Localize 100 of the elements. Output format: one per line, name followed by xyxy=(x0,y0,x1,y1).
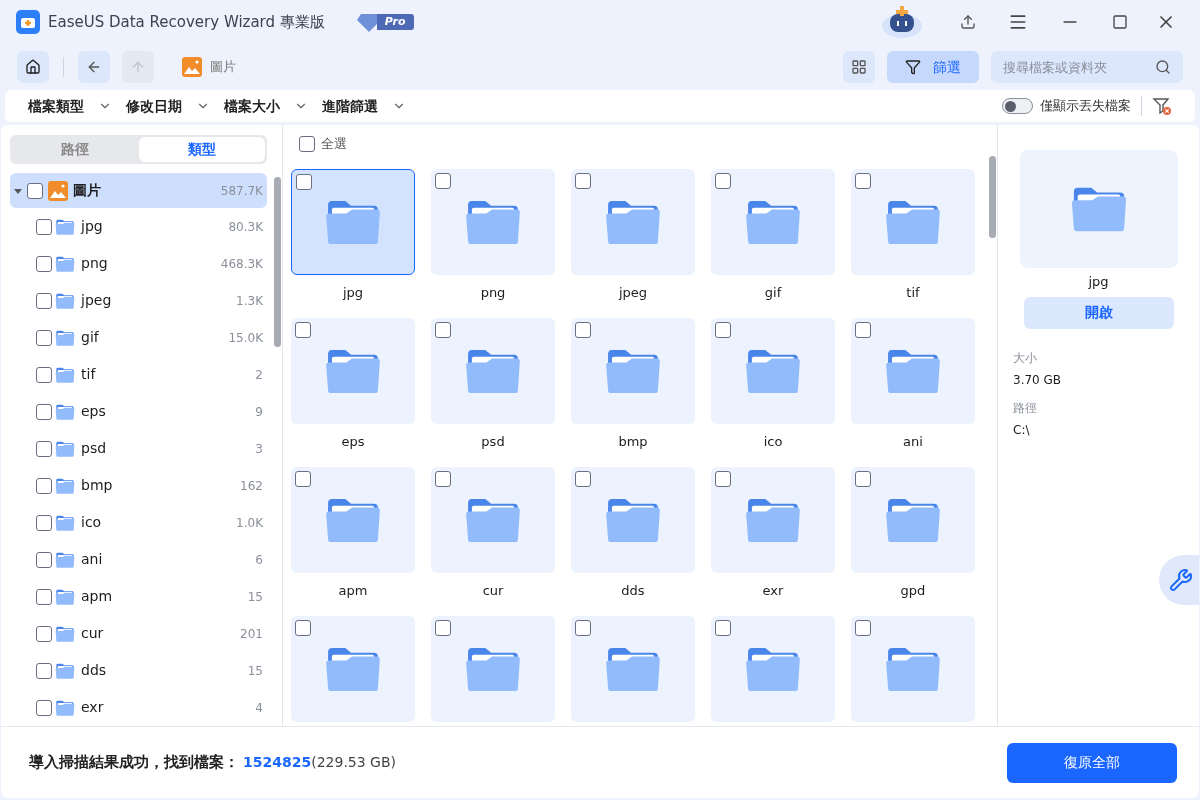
toggle-switch[interactable] xyxy=(1002,98,1033,114)
checkbox[interactable] xyxy=(36,218,52,235)
checkbox[interactable] xyxy=(575,470,591,487)
checkbox[interactable] xyxy=(36,514,52,531)
folder-tile[interactable] xyxy=(711,317,835,424)
checkbox[interactable] xyxy=(27,182,43,199)
checkbox[interactable] xyxy=(36,625,52,642)
folder-tile[interactable] xyxy=(851,168,975,275)
tools-button[interactable] xyxy=(1159,555,1199,605)
breadcrumb[interactable]: 圖片 xyxy=(210,57,236,77)
folder-tile[interactable] xyxy=(291,615,415,722)
tree-label[interactable]: exr xyxy=(81,697,104,718)
checkbox[interactable] xyxy=(435,321,451,338)
checkbox[interactable] xyxy=(36,699,52,716)
checkbox[interactable] xyxy=(299,135,315,152)
folder-tile[interactable] xyxy=(711,466,835,573)
checkbox[interactable] xyxy=(855,172,871,189)
robot-mascot-icon[interactable] xyxy=(880,4,924,40)
tree-label[interactable]: gif xyxy=(81,327,99,348)
tree-label[interactable]: cur xyxy=(81,623,104,644)
checkbox[interactable] xyxy=(36,329,52,346)
checkbox[interactable] xyxy=(295,321,311,338)
checkbox[interactable] xyxy=(575,619,591,636)
checkbox[interactable] xyxy=(295,619,311,636)
folder-tile[interactable] xyxy=(571,615,695,722)
checkbox[interactable] xyxy=(715,470,731,487)
folder-tile[interactable] xyxy=(431,466,555,573)
folder-tile[interactable] xyxy=(571,168,695,275)
folder-tile[interactable] xyxy=(291,317,415,424)
checkbox[interactable] xyxy=(36,255,52,272)
filter-button[interactable]: 篩選 xyxy=(887,51,979,83)
tree-label[interactable]: eps xyxy=(81,401,106,422)
checkbox[interactable] xyxy=(715,321,731,338)
folder-tile[interactable] xyxy=(291,466,415,573)
checkbox[interactable] xyxy=(715,619,731,636)
checkbox[interactable] xyxy=(435,172,451,189)
checkbox[interactable] xyxy=(855,321,871,338)
checkbox[interactable] xyxy=(715,172,731,189)
item-count: 15 xyxy=(247,588,263,606)
folder-tile[interactable] xyxy=(851,466,975,573)
open-button[interactable]: 開啟 xyxy=(1023,296,1174,329)
upload-icon[interactable] xyxy=(960,14,976,30)
filter-dropdown[interactable]: 檔案大小 xyxy=(224,95,308,117)
checkbox[interactable] xyxy=(36,477,52,494)
tree-label[interactable]: dds xyxy=(81,660,107,681)
folder-tile[interactable] xyxy=(851,317,975,424)
checkbox[interactable] xyxy=(295,470,311,487)
folder-icon xyxy=(55,218,75,235)
checkbox[interactable] xyxy=(575,321,591,338)
tree-label[interactable]: jpeg xyxy=(81,290,112,311)
search-field[interactable]: 搜尋檔案或資料夾 xyxy=(991,51,1183,83)
detail-label: 大小 xyxy=(1013,349,1038,367)
checkbox[interactable] xyxy=(855,470,871,487)
filter-dropdown[interactable]: 檔案類型 xyxy=(28,95,112,117)
grid-view-button[interactable] xyxy=(843,51,875,83)
folder-icon xyxy=(884,496,942,543)
filter-dropdown[interactable]: 進階篩選 xyxy=(322,95,406,117)
expand-arrow-icon[interactable] xyxy=(14,186,22,195)
folder-tile[interactable] xyxy=(711,168,835,275)
folder-tile[interactable] xyxy=(571,466,695,573)
checkbox[interactable] xyxy=(36,403,52,420)
clear-filter-icon[interactable] xyxy=(1152,96,1172,116)
checkbox[interactable] xyxy=(36,292,52,309)
checkbox[interactable] xyxy=(36,551,52,568)
checkbox[interactable] xyxy=(296,173,312,190)
maximize-icon[interactable] xyxy=(1112,14,1128,30)
tree-label[interactable]: apm xyxy=(81,586,113,607)
tree-label[interactable]: png xyxy=(81,253,108,274)
checkbox[interactable] xyxy=(435,619,451,636)
folder-tile[interactable] xyxy=(711,615,835,722)
scrollbar[interactable] xyxy=(274,177,281,347)
folder-tile[interactable] xyxy=(291,168,415,275)
tree-row[interactable]: 圖片 587.7K xyxy=(10,173,267,208)
home-button[interactable] xyxy=(17,51,49,83)
tree-label[interactable]: jpg xyxy=(81,216,103,237)
checkbox[interactable] xyxy=(36,440,52,457)
search-icon[interactable] xyxy=(1155,59,1171,75)
checkbox[interactable] xyxy=(575,172,591,189)
tree-label[interactable]: ani xyxy=(81,549,103,570)
sidebar-tab[interactable]: 類型 xyxy=(138,137,265,162)
folder-tile[interactable] xyxy=(431,615,555,722)
checkbox[interactable] xyxy=(855,619,871,636)
folder-tile[interactable] xyxy=(571,317,695,424)
recover-all-button[interactable]: 復原全部 xyxy=(1007,742,1177,783)
checkbox[interactable] xyxy=(36,662,52,679)
folder-tile[interactable] xyxy=(431,168,555,275)
tree-label[interactable]: psd xyxy=(81,438,107,459)
checkbox[interactable] xyxy=(36,588,52,605)
menu-icon[interactable] xyxy=(1008,12,1028,32)
tree-label[interactable]: ico xyxy=(81,512,102,533)
filter-dropdown[interactable]: 修改日期 xyxy=(126,95,210,117)
tree-label[interactable]: tif xyxy=(81,364,96,385)
folder-tile[interactable] xyxy=(851,615,975,722)
funnel-icon xyxy=(905,59,921,75)
checkbox[interactable] xyxy=(435,470,451,487)
checkbox[interactable] xyxy=(36,366,52,383)
folder-tile[interactable] xyxy=(431,317,555,424)
back-button[interactable] xyxy=(78,51,110,83)
scrollbar[interactable] xyxy=(989,156,996,238)
tree-label[interactable]: bmp xyxy=(81,475,113,496)
